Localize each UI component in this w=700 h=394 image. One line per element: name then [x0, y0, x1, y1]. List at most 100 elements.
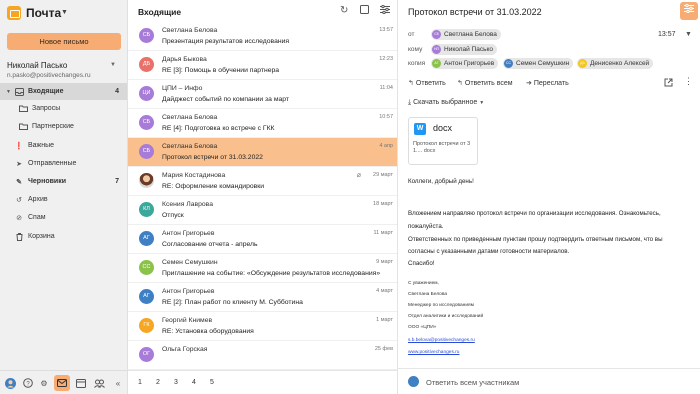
message-row[interactable]: КЛ Ксения Лаврова Отпуск 18 март	[128, 196, 397, 225]
reading-pane: Протокол встречи от 31.03.2022 от СБ Све…	[398, 0, 700, 394]
download-selected-button[interactable]: ⤓ Скачать выбранное ▼	[408, 99, 484, 107]
message-row[interactable]: СБ Светлана Белова Протокол встречи от 31.…	[128, 138, 397, 167]
message-date: 13:57	[379, 27, 393, 33]
app-title[interactable]: Почта	[26, 6, 61, 20]
mail-app-icon[interactable]	[54, 375, 70, 391]
body-line: пожалуйста.	[408, 223, 444, 230]
message-row[interactable]: Мария Костадинова RE: Оформление командир…	[128, 167, 397, 196]
account-name[interactable]: Николай Пасько	[7, 61, 67, 70]
forward-icon: ➜	[526, 80, 532, 87]
folder-requests[interactable]: Запросы	[0, 100, 127, 117]
unread-count: 4	[115, 88, 119, 95]
more-icon[interactable]: ⋮	[684, 76, 693, 87]
folder-label: Корзина	[28, 233, 55, 240]
message-row[interactable]: ЦИ ЦПИ – Инфо Дайджест событий по компании…	[128, 80, 397, 109]
filter-sliders-icon[interactable]	[380, 4, 390, 17]
page-link[interactable]: 2	[156, 379, 160, 386]
signature-line: ООО «ЦПИ»	[408, 325, 437, 330]
avatar	[139, 173, 154, 188]
signature-line: Отдел аналитики и исследований	[408, 314, 484, 319]
collapse-sidebar-icon[interactable]: «	[112, 377, 124, 389]
folder-spam[interactable]: ⊘ Спам	[0, 209, 127, 226]
body-line: Вложением направляю протокол встречи по …	[408, 210, 661, 217]
folder-partners[interactable]: Партнерские	[0, 118, 127, 135]
message-sender: Светлана Белова	[162, 114, 218, 121]
body-line: согласны с указанными датами готовности …	[408, 248, 570, 255]
account-email: n.pasko@positivechanges.ru	[7, 72, 91, 79]
cc-chip[interactable]: ДА Денисенко Алексей	[577, 58, 654, 69]
message-row[interactable]: СБ Светлана Белова Презентация результатов…	[128, 22, 397, 51]
message-subject: RE: Оформление командировки	[162, 183, 265, 190]
message-row[interactable]: ГК Георгий Книмев RE: Установка оборудован…	[128, 312, 397, 341]
folder-trash[interactable]: Корзина	[0, 228, 127, 245]
attachment-card[interactable]: W docx Протокол встречи от 3 1.... docx	[408, 117, 478, 165]
page-link[interactable]: 3	[174, 379, 178, 386]
page-link[interactable]: 1	[138, 379, 142, 386]
contacts-icon[interactable]	[93, 377, 105, 389]
sender-chip[interactable]: СБ Светлана Белова	[431, 29, 501, 40]
compose-button[interactable]: Новое письмо	[7, 33, 121, 50]
message-sender: Светлана Белова	[162, 143, 218, 150]
message-row[interactable]: ОГ Ольга Горская 25 фев	[128, 341, 397, 370]
quick-reply-bar[interactable]: Ответить всем участникам	[398, 368, 700, 394]
select-all-icon[interactable]	[360, 5, 369, 17]
cc-chip[interactable]: АГ Антон Григорьев	[431, 58, 499, 69]
download-icon: ⤓	[408, 99, 412, 106]
message-row[interactable]: СБ Светлана Белова RE [4]: Подготовка ко в…	[128, 109, 397, 138]
folder-label: Черновики	[28, 178, 67, 185]
message-sender: Ксения Лаврова	[162, 201, 213, 208]
folder-important[interactable]: ❗ Важные	[0, 137, 127, 154]
avatar: СС	[139, 260, 154, 275]
sender-name: Светлана Белова	[444, 31, 497, 38]
refresh-icon[interactable]: ↻	[340, 5, 348, 16]
settings-gear-icon[interactable]: ⚙	[38, 377, 50, 389]
avatar: СБ	[139, 115, 154, 130]
open-external-icon[interactable]	[664, 78, 673, 89]
view-settings-icon[interactable]	[680, 2, 698, 20]
signature-line: С уважением,	[408, 281, 439, 286]
recipient-name: Николай Пасько	[444, 46, 494, 53]
mail-logo-icon	[7, 6, 21, 20]
message-row[interactable]: АГ Антон Григорьев RE [2]: План работ по к…	[128, 283, 397, 312]
message-row[interactable]: АГ Антон Григорьев Согласование отчета - а…	[128, 225, 397, 254]
body-line: Ответственных по приведенным пунктам про…	[408, 236, 663, 243]
list-title: Входящие	[138, 7, 182, 17]
calendar-icon[interactable]	[75, 377, 87, 389]
chevron-down-icon[interactable]: ▼	[61, 9, 68, 16]
message-subject: Протокол встречи от 31.03.2022	[408, 7, 542, 17]
to-label: кому	[408, 46, 423, 53]
message-sender: ЦПИ – Инфо	[162, 85, 203, 92]
recipient-chip[interactable]: НП Николай Пасько	[431, 44, 498, 55]
expand-arrow-icon[interactable]: ▼	[6, 89, 11, 95]
reply-all-button[interactable]: ↰ Ответить всем	[457, 79, 513, 87]
user-avatar[interactable]	[4, 377, 16, 389]
message-sender: Мария Костадинова	[162, 172, 226, 179]
folder-drafts[interactable]: ✎ Черновики 7	[0, 173, 127, 190]
cc-chip[interactable]: СС Семен Семушкин	[503, 58, 574, 69]
chevron-down-icon[interactable]: ▼	[685, 31, 692, 38]
avatar: ДА	[578, 59, 587, 68]
message-subject: Презентация результатов исследования	[162, 38, 290, 45]
reply-button[interactable]: ↰ Ответить	[408, 79, 446, 87]
folder-sent[interactable]: ➤ Отправленные	[0, 155, 127, 172]
avatar: ГК	[139, 318, 154, 333]
signature-email-link[interactable]: s.b.belova@positivechanges.ru	[408, 338, 475, 343]
body-line: Спасибо!	[408, 260, 435, 267]
signature-site-link[interactable]: www.positivechanges.ru	[408, 350, 459, 355]
page-link[interactable]: 4	[192, 379, 196, 386]
help-icon[interactable]: ?	[22, 377, 34, 389]
avatar: НП	[432, 45, 441, 54]
word-doc-icon: W	[414, 123, 426, 135]
folder-archive[interactable]: ↺ Архив	[0, 191, 127, 208]
send-icon: ➤	[16, 160, 22, 168]
message-row[interactable]: ДБ Дарья Быкова RE [3]: Помощь в обучении …	[128, 51, 397, 80]
forward-button[interactable]: ➜ Переслать	[526, 79, 569, 87]
folder-icon	[18, 104, 28, 113]
folder-inbox[interactable]: ▼ Входящие 4	[0, 83, 127, 100]
cc-name: Семен Семушкин	[516, 60, 570, 67]
quick-reply-input[interactable]: Ответить всем участникам	[426, 378, 519, 387]
chevron-down-icon[interactable]: ▼	[110, 62, 116, 68]
message-subject: Дайджест событий по компании за март	[162, 96, 290, 103]
message-row[interactable]: СС Семен Семушкин Приглашение на событие: …	[128, 254, 397, 283]
page-link[interactable]: 5	[210, 379, 214, 386]
